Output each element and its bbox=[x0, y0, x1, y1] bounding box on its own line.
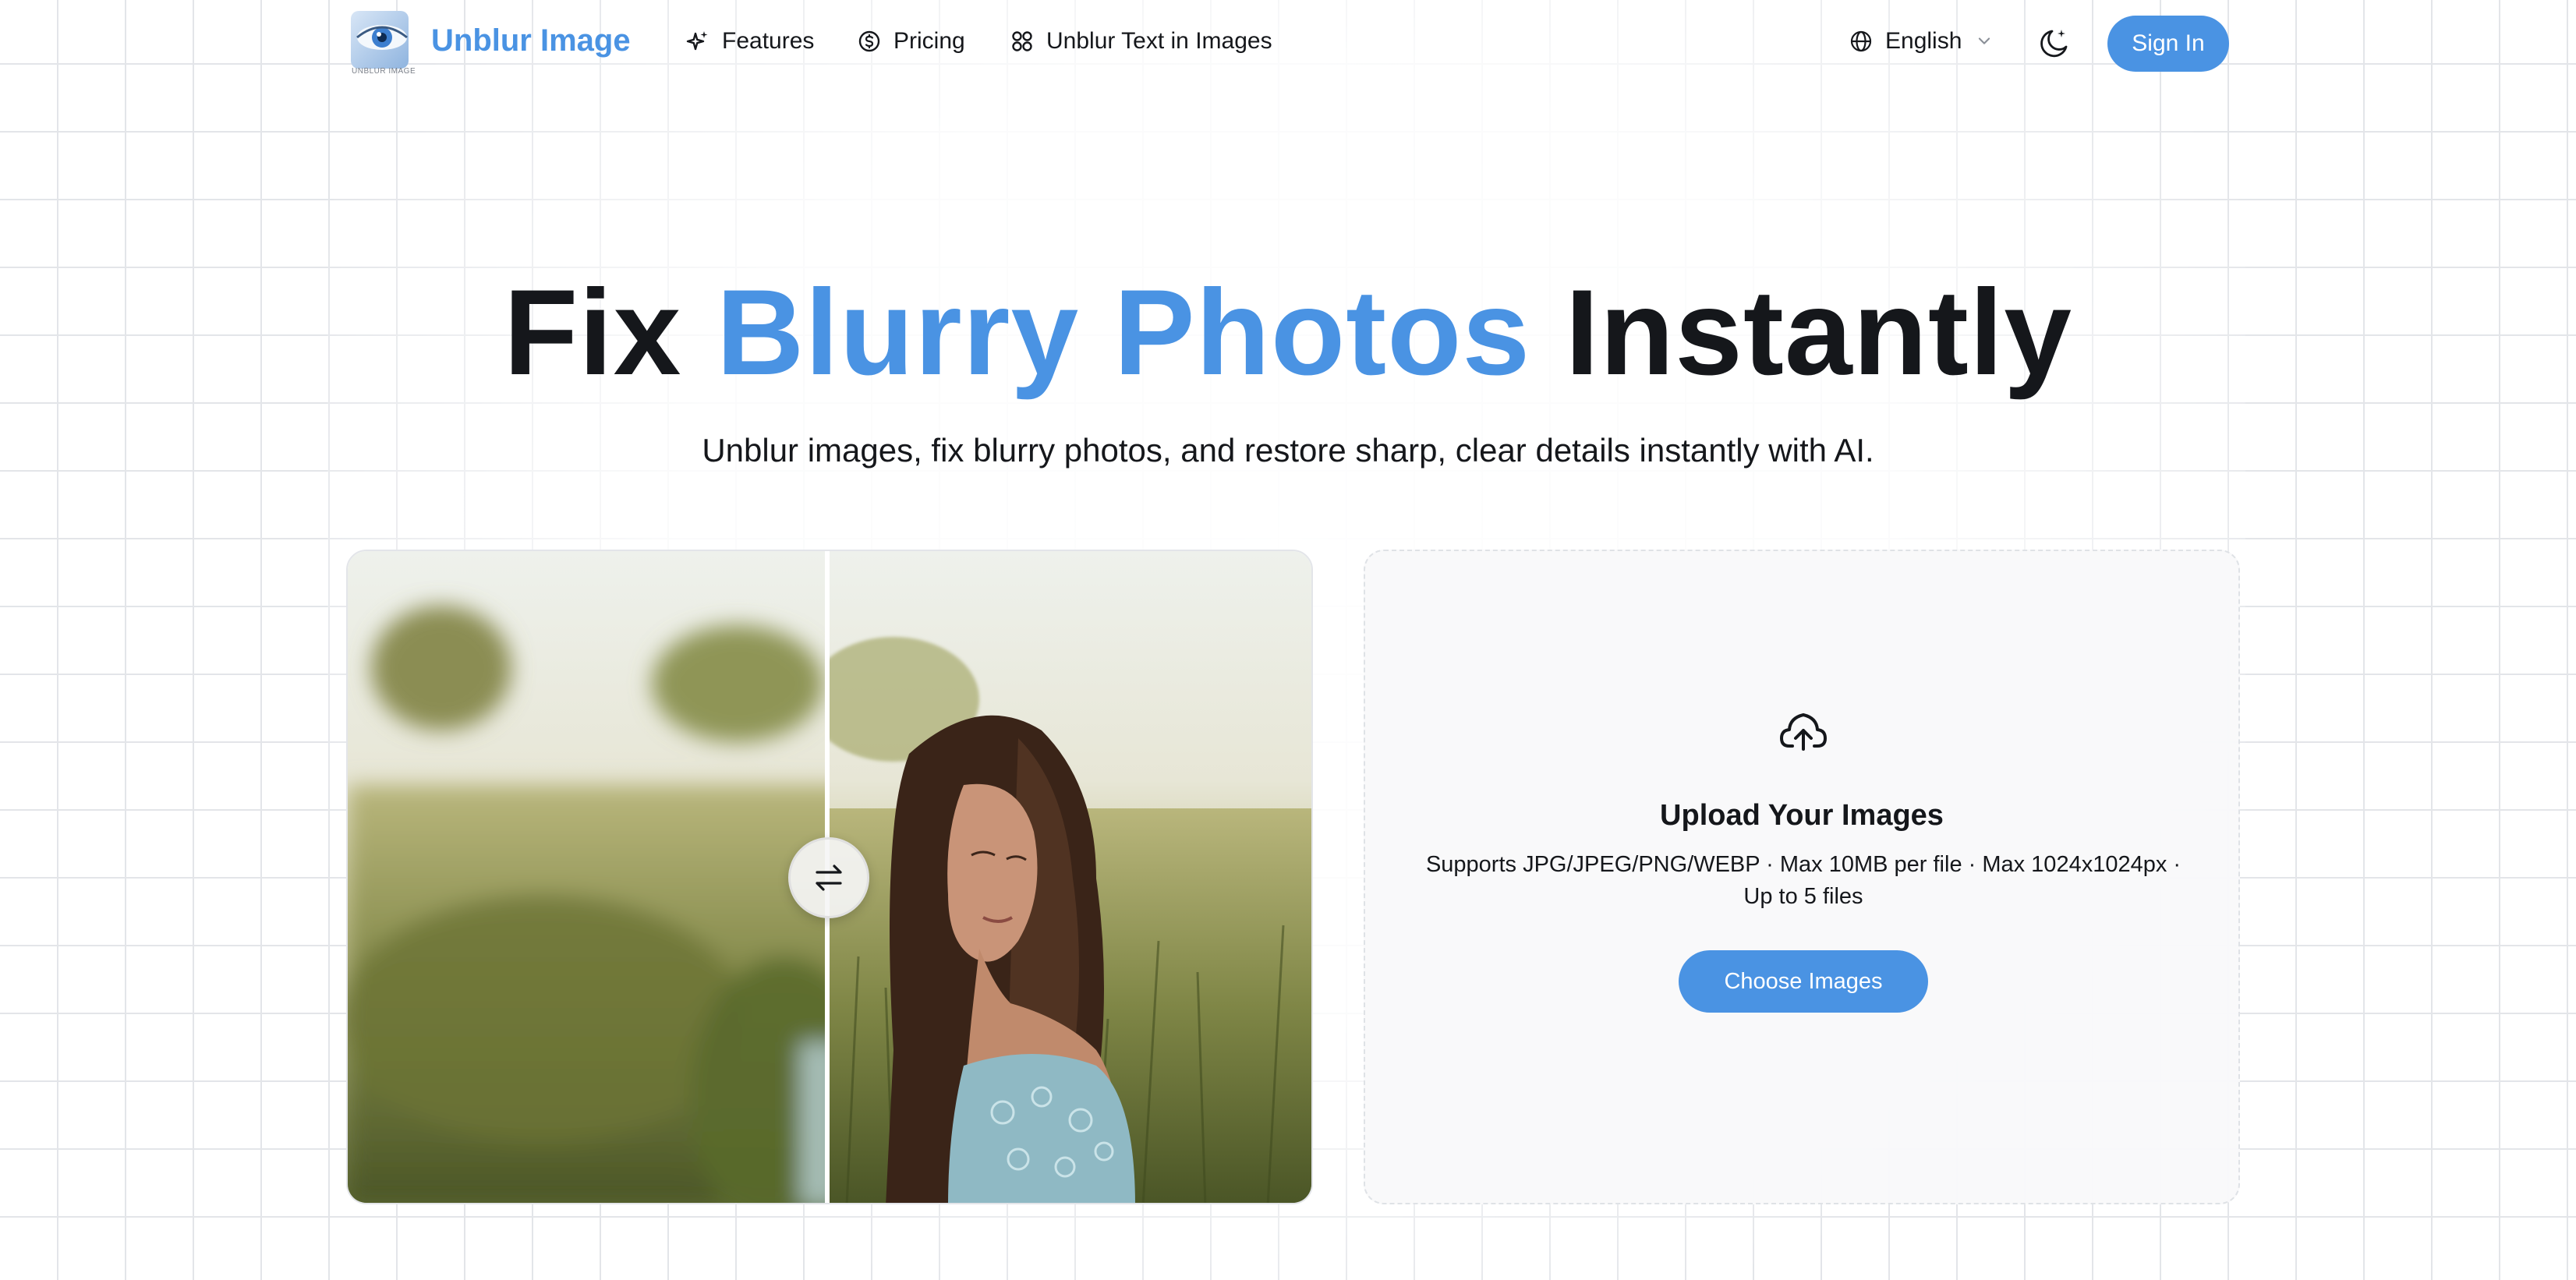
upload-title: Upload Your Images bbox=[1660, 799, 1944, 832]
logo-caption: UNBLUR IMAGE bbox=[352, 67, 416, 76]
cloud-upload-icon bbox=[1780, 713, 1827, 751]
language-label: English bbox=[1885, 28, 1962, 54]
brand-name[interactable]: Unblur Image bbox=[431, 23, 631, 58]
nav-link-label: Pricing bbox=[893, 28, 965, 54]
sign-in-button[interactable]: Sign In bbox=[2107, 16, 2229, 72]
nav-link-pricing[interactable]: Pricing bbox=[858, 28, 965, 55]
hero-title-part1: Fix bbox=[504, 265, 717, 401]
nav-link-features[interactable]: Features bbox=[686, 28, 814, 55]
swap-arrows-icon bbox=[816, 865, 842, 891]
language-selector[interactable]: English bbox=[1849, 28, 1994, 55]
chevron-down-icon bbox=[1979, 37, 1990, 44]
upload-dropzone[interactable]: Upload Your Images Supports JPG/JPEG/PNG… bbox=[1364, 550, 2240, 1204]
choose-images-button[interactable]: Choose Images bbox=[1679, 950, 1928, 1013]
grid-icon bbox=[1012, 31, 1032, 51]
hero-title-highlight: Blurry Photos bbox=[716, 265, 1531, 401]
hero-title-part2: Instantly bbox=[1530, 265, 2072, 401]
moon-stars-icon[interactable] bbox=[2036, 27, 2071, 61]
nav-link-label: Features bbox=[722, 28, 815, 54]
nav-link-label: Unblur Text in Images bbox=[1046, 28, 1272, 54]
hero-title: Fix Blurry Photos Instantly bbox=[0, 263, 2576, 403]
navbar: UNBLUR IMAGE Unblur Image Features Prici… bbox=[0, 0, 2576, 87]
upload-requirements: Supports JPG/JPEG/PNG/WEBP · Max 10MB pe… bbox=[1425, 852, 2181, 909]
hero-subtitle: Unblur images, fix blurry photos, and re… bbox=[702, 432, 1874, 469]
sparkles-icon bbox=[686, 31, 708, 51]
nav-link-unblur-text[interactable]: Unblur Text in Images bbox=[1010, 28, 1272, 55]
globe-icon bbox=[1850, 30, 1872, 52]
dollar-circle-icon bbox=[858, 30, 880, 52]
comparison-slider-handle[interactable] bbox=[788, 837, 869, 918]
